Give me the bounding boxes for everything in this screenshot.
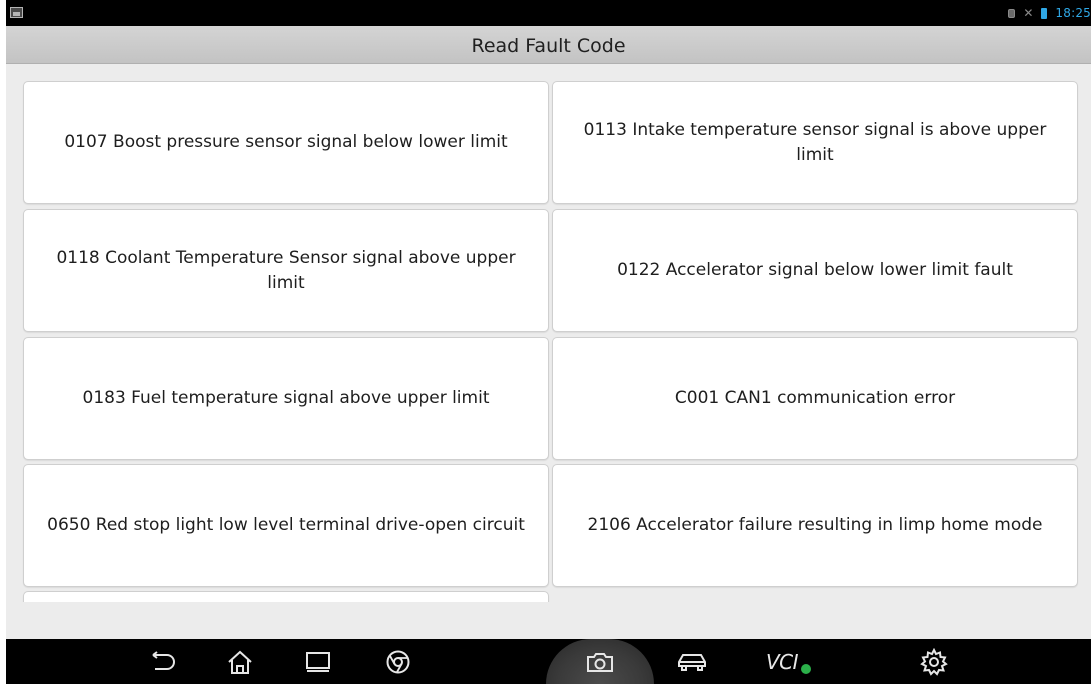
camera-icon <box>587 652 613 672</box>
fault-code-item[interactable]: C001 CAN1 communication error <box>552 337 1078 460</box>
fault-code-text: 0122 Accelerator signal below lower limi… <box>617 260 1013 280</box>
fault-code-item[interactable]: 0118 Coolant Temperature Sensor signal a… <box>23 209 549 332</box>
status-time: 18:25 <box>1055 6 1091 20</box>
fault-code-item[interactable]: 0183 Fuel temperature signal above upper… <box>23 337 549 460</box>
vehicle-icon <box>678 653 706 671</box>
fault-code-item[interactable]: 0107 Boost pressure sensor signal below … <box>23 81 549 204</box>
home-button[interactable] <box>210 639 270 684</box>
lock-icon <box>1008 8 1016 18</box>
back-button[interactable] <box>132 639 192 684</box>
screenshot-button[interactable] <box>570 639 630 684</box>
fault-code-item[interactable]: 0122 Accelerator signal below lower limi… <box>552 209 1078 332</box>
vci-button[interactable]: VCI <box>747 639 817 684</box>
fault-code-text: 0183 Fuel temperature signal above upper… <box>82 388 490 408</box>
list-fade <box>6 602 1091 639</box>
fault-code-text: C001 CAN1 communication error <box>674 388 956 408</box>
tablet-screen: ✕ 18:25 Read Fault Code 0107 Boost press… <box>6 0 1091 684</box>
gallery-icon <box>10 7 23 18</box>
fault-code-item[interactable]: 2106 Accelerator failure resulting in li… <box>552 464 1078 587</box>
fault-code-item[interactable]: 0113 Intake temperature sensor signal is… <box>552 81 1078 204</box>
battery-icon <box>1041 7 1048 19</box>
home-icon <box>228 650 252 674</box>
fault-code-item[interactable]: 0650 Red stop light low level terminal d… <box>23 464 549 587</box>
fault-code-text: 2106 Accelerator failure resulting in li… <box>587 515 1043 535</box>
vci-icon: VCI <box>765 649 812 674</box>
back-icon <box>152 650 175 670</box>
browser-button[interactable] <box>368 639 428 684</box>
status-bar: ✕ 18:25 <box>6 0 1091 26</box>
fault-code-text: 0118 Coolant Temperature Sensor signal a… <box>56 247 516 293</box>
fault-code-text: 0650 Red stop light low level terminal d… <box>47 515 525 535</box>
vci-connection-dot <box>801 663 812 674</box>
fault-code-list[interactable]: 0107 Boost pressure sensor signal below … <box>6 65 1091 639</box>
fault-code-text: 0113 Intake temperature sensor signal is… <box>583 119 1047 165</box>
fault-code-text: 0107 Boost pressure sensor signal below … <box>64 132 508 152</box>
vci-label: VCI <box>765 649 799 674</box>
navigation-bar: VCI <box>6 639 1091 684</box>
browser-icon <box>386 650 410 673</box>
vehicle-button[interactable] <box>662 639 722 684</box>
mute-icon: ✕ <box>1023 6 1034 20</box>
status-indicators: ✕ 18:25 <box>1008 4 1091 22</box>
recent-apps-icon <box>306 651 330 672</box>
page-title: Read Fault Code <box>471 35 626 57</box>
title-bar: Read Fault Code <box>6 26 1091 64</box>
settings-icon <box>920 647 948 676</box>
recent-apps-button[interactable] <box>288 639 348 684</box>
settings-button[interactable] <box>904 639 964 684</box>
